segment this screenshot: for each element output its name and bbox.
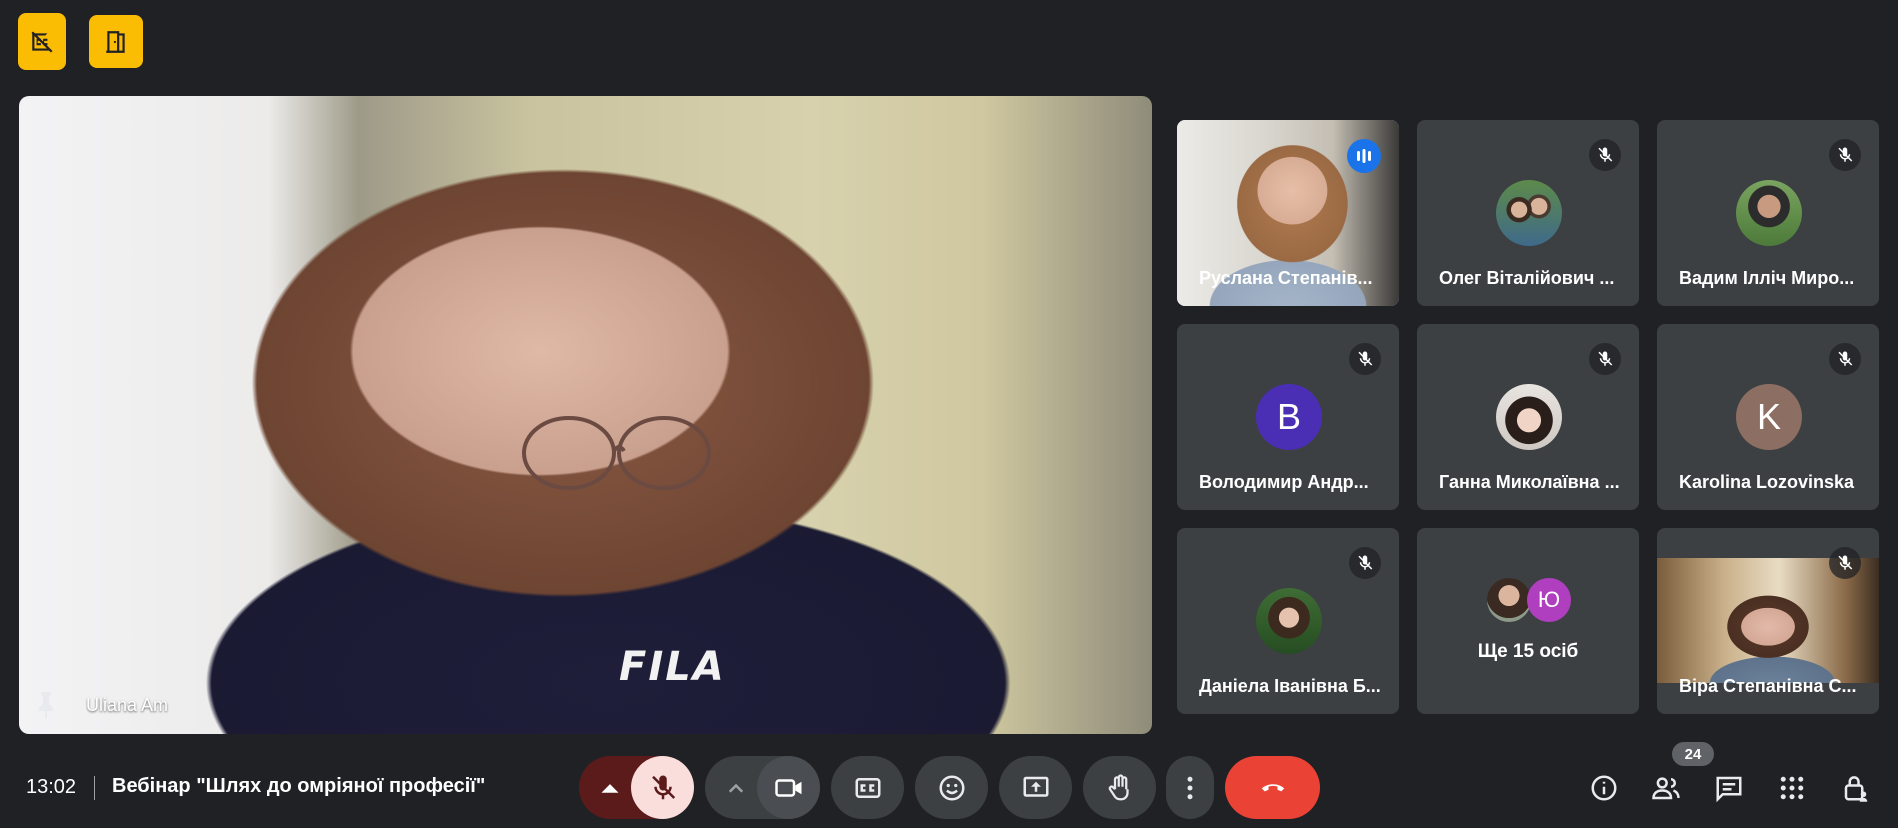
participant-name: Віра Степанівна С... [1679, 676, 1857, 696]
participant-tile[interactable]: Руслана Степанів... [1177, 120, 1399, 306]
camera-options-button[interactable] [721, 756, 751, 819]
hand-icon [1108, 773, 1129, 800]
glasses-shape [522, 416, 711, 490]
speaking-indicator-icon [1347, 139, 1381, 173]
apps-grid-icon [1780, 776, 1804, 800]
more-avatars: Ю [1487, 578, 1577, 624]
present-button[interactable] [999, 756, 1072, 819]
clock: 13:02 [26, 776, 77, 798]
mic-off-icon [651, 775, 675, 799]
participant-tile[interactable]: Олег Віталійович ... [1417, 120, 1639, 306]
main-participant-name: Uliana Am [86, 695, 169, 715]
captions-toggle-button[interactable] [18, 13, 66, 70]
mic-off-icon [1349, 547, 1381, 579]
chat-icon [1716, 776, 1742, 803]
mic-off-icon [1829, 343, 1861, 375]
participant-tile[interactable]: Віра Степанівна С... [1657, 528, 1879, 714]
mic-off-icon [1589, 139, 1621, 171]
people-button[interactable] [1645, 767, 1687, 809]
more-participants-label: Ще 15 осіб [1477, 641, 1579, 662]
call-end-icon [1261, 783, 1284, 791]
participant-tile[interactable]: Ганна Миколаївна ... [1417, 324, 1639, 510]
door-icon [106, 30, 125, 53]
avatar: В [1256, 384, 1322, 450]
participant-name: Вадим Ілліч Миро... [1679, 268, 1855, 288]
captions-off-icon [31, 30, 53, 53]
avatar [1487, 578, 1531, 622]
participant-count-badge: 24 [1672, 742, 1714, 766]
avatar [1496, 384, 1562, 450]
videocam-icon [774, 778, 801, 797]
more-vert-icon [1187, 776, 1193, 799]
chevron-up-icon [601, 783, 619, 793]
avatar: K [1736, 384, 1802, 450]
raise-hand-button[interactable] [1083, 756, 1156, 819]
chat-button[interactable] [1708, 767, 1750, 809]
chevron-up-icon [728, 783, 744, 793]
info-icon [1591, 775, 1617, 801]
camera-control-group [705, 756, 820, 819]
present-screen-icon [1023, 776, 1048, 797]
meeting-details-button[interactable] [1583, 767, 1625, 809]
participant-name: Руслана Степанів... [1199, 268, 1373, 288]
more-participants-tile[interactable]: Ю Ще 15 осіб [1417, 528, 1639, 714]
main-video[interactable]: FILA [19, 96, 1152, 734]
camera-toggle-button[interactable] [757, 756, 820, 819]
mic-off-icon [1829, 547, 1861, 579]
shirt-logo: FILA [619, 644, 726, 690]
participant-name: Даніела Іванівна Б... [1199, 676, 1381, 696]
people-icon [1652, 777, 1680, 800]
participant-tile[interactable]: В Володимир Андр... [1177, 324, 1399, 510]
reactions-button[interactable] [915, 756, 988, 819]
avatar [1256, 588, 1322, 654]
participant-name: Олег Віталійович ... [1439, 268, 1615, 288]
participant-name: Володимир Андр... [1199, 472, 1369, 492]
divider [94, 776, 95, 800]
activities-button[interactable] [1771, 767, 1813, 809]
mic-options-button[interactable] [595, 756, 625, 819]
emoji-icon [939, 775, 964, 800]
avatar [1496, 180, 1562, 246]
door-button[interactable] [89, 15, 143, 68]
closed-captions-icon [855, 777, 880, 798]
mic-off-icon [1589, 343, 1621, 375]
mic-off-icon [1349, 343, 1381, 375]
mic-off-icon [1829, 139, 1861, 171]
leave-call-button[interactable] [1225, 756, 1320, 819]
meeting-title: Вебінар "Шлях до омріяної професії" [112, 775, 486, 797]
mic-toggle-button[interactable] [631, 756, 694, 819]
avatar [1736, 180, 1802, 246]
lock-person-icon [1844, 776, 1868, 802]
more-options-button[interactable] [1166, 756, 1214, 819]
participant-name: Ганна Миколаївна ... [1439, 472, 1620, 492]
mic-control-group [579, 756, 694, 819]
captions-button[interactable] [831, 756, 904, 819]
avatar: Ю [1527, 578, 1571, 622]
participant-name: Karolina Lozovinska [1679, 472, 1855, 492]
participant-tile[interactable]: Даніела Іванівна Б... [1177, 528, 1399, 714]
pin-icon[interactable] [36, 690, 56, 720]
participant-tile[interactable]: K Karolina Lozovinska [1657, 324, 1879, 510]
participant-tile[interactable]: Вадим Ілліч Миро... [1657, 120, 1879, 306]
host-controls-button[interactable] [1835, 767, 1877, 809]
